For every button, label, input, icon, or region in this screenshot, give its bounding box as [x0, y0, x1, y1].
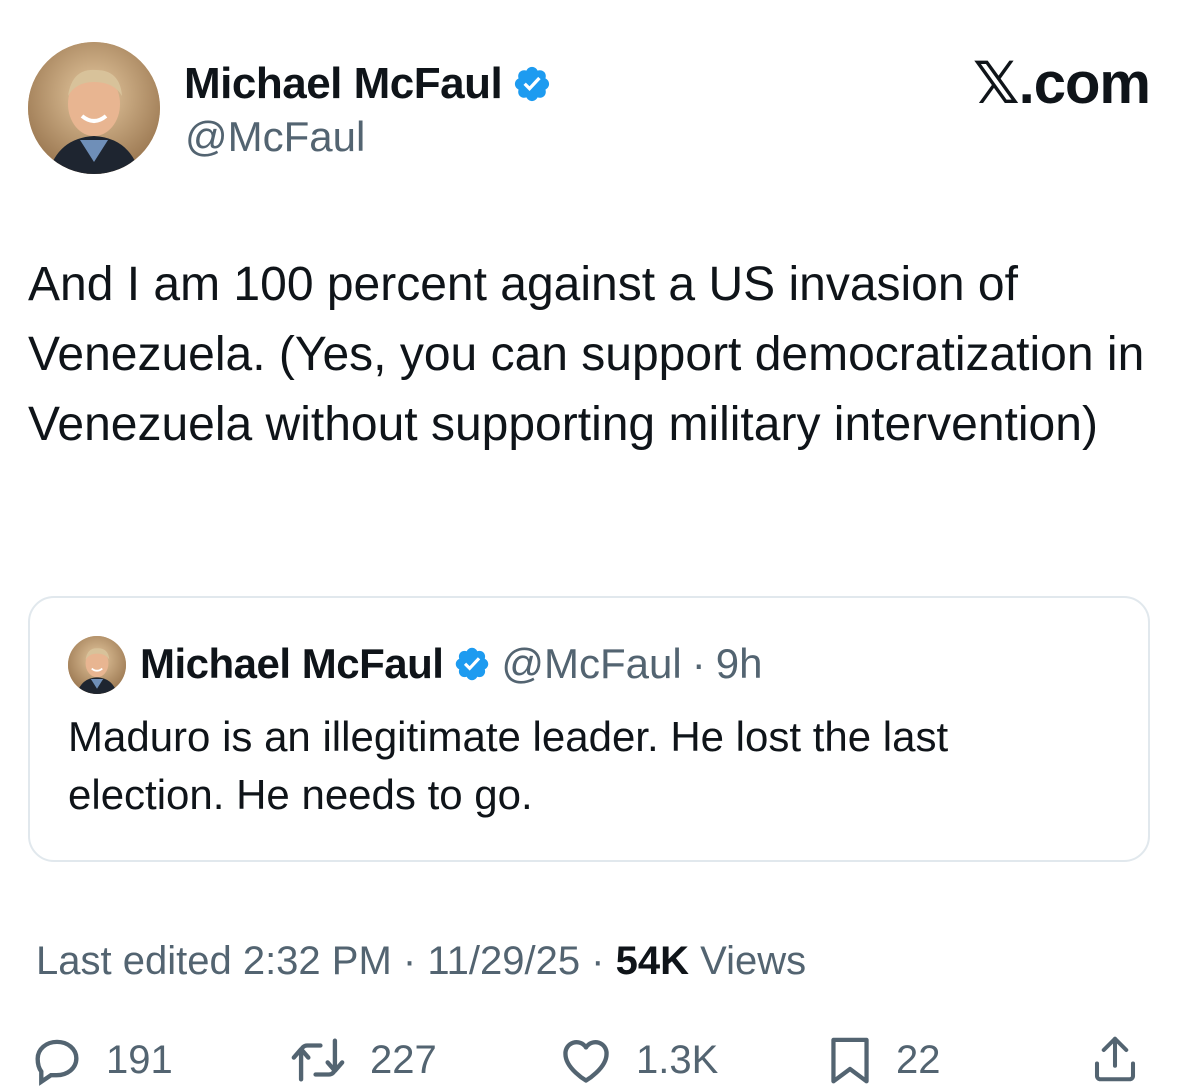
- tweet-text: And I am 100 percent against a US invasi…: [28, 258, 1158, 451]
- repost-count: 227: [370, 1038, 437, 1082]
- action-bar: 191 227 1.3K 22: [28, 1030, 1150, 1090]
- verified-badge-icon: [453, 645, 491, 683]
- quoted-timestamp[interactable]: 9h: [716, 638, 763, 690]
- quoted-tweet-header: Michael McFaul @McFaul · 9h: [140, 638, 762, 690]
- author-handle[interactable]: @McFaul: [185, 112, 365, 162]
- author-display-name[interactable]: Michael McFaul: [184, 58, 503, 110]
- like-count: 1.3K: [636, 1038, 719, 1082]
- reply-icon: [28, 1031, 86, 1089]
- share-icon: [1088, 1030, 1142, 1088]
- reply-button[interactable]: 191: [28, 1030, 173, 1090]
- quoted-author-avatar[interactable]: [68, 636, 126, 694]
- bookmark-icon: [824, 1031, 876, 1089]
- share-button[interactable]: [1088, 1030, 1142, 1088]
- bookmark-button[interactable]: 22: [824, 1030, 941, 1090]
- repost-icon: [286, 1031, 350, 1089]
- quoted-author-display-name[interactable]: Michael McFaul: [140, 638, 444, 690]
- views-count: 54K: [615, 939, 689, 983]
- meta-separator: ·: [580, 939, 616, 983]
- quoted-separator: ·: [691, 640, 706, 687]
- quoted-tweet-text: Maduro is an illegitimate leader. He los…: [68, 713, 949, 818]
- repost-button[interactable]: 227: [286, 1030, 437, 1090]
- like-icon: [556, 1031, 616, 1089]
- author-avatar[interactable]: [28, 42, 160, 174]
- edited-timestamp[interactable]: Last edited 2:32 PM · 11/29/25: [36, 939, 580, 983]
- author-name-row: Michael McFaul: [184, 58, 552, 110]
- brand-logo: 𝕏.com: [972, 51, 1151, 116]
- like-button[interactable]: 1.3K: [556, 1030, 718, 1090]
- bookmark-count: 22: [896, 1038, 941, 1082]
- tweet-meta: Last edited 2:32 PM · 11/29/25 · 54K Vie…: [36, 936, 806, 986]
- quoted-tweet-card[interactable]: Michael McFaul @McFaul · 9h Maduro is an…: [28, 596, 1150, 862]
- views-label: Views: [689, 939, 807, 983]
- verified-badge-icon: [512, 64, 552, 104]
- quoted-author-handle[interactable]: @McFaul: [501, 638, 681, 690]
- reply-count: 191: [106, 1038, 173, 1082]
